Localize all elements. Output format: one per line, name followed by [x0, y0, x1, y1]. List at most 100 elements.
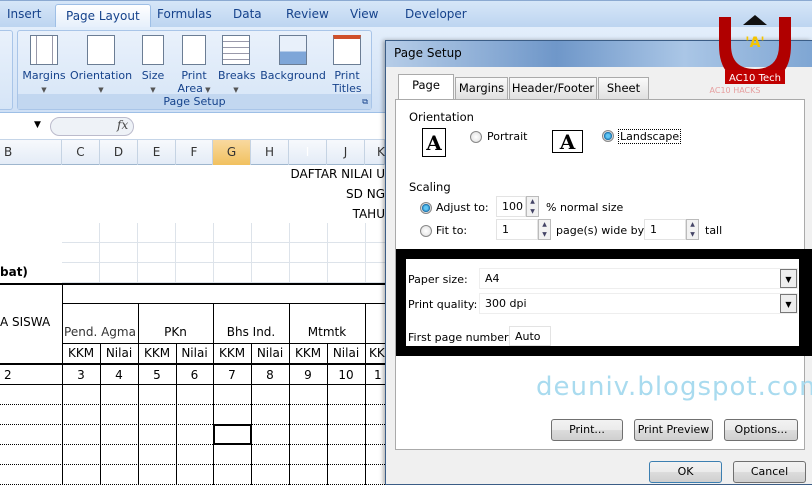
orientation-label: Orientation: [409, 110, 474, 124]
sub-header: KKM: [294, 346, 322, 360]
title-line-3: TAHU: [352, 207, 385, 221]
column-header-h[interactable]: H: [251, 140, 289, 165]
fit-wide-input[interactable]: 1: [496, 219, 538, 240]
print-area-button[interactable]: Print Area ▼: [176, 35, 212, 97]
sub-header: Nilai: [105, 346, 133, 360]
svg-text:AC10 Tech: AC10 Tech: [729, 73, 781, 84]
portrait-radio[interactable]: [470, 131, 482, 143]
name-box-dropdown-icon[interactable]: ▼: [34, 120, 41, 130]
landscape-radio[interactable]: [602, 130, 614, 142]
column-header-c[interactable]: C: [62, 140, 100, 165]
breaks-button[interactable]: Breaks ▼: [218, 35, 255, 97]
fx-icon[interactable]: fx: [117, 118, 128, 132]
print-quality-select[interactable]: 300 dpi ▼: [479, 293, 798, 314]
margins-button[interactable]: Margins ▼: [22, 35, 66, 97]
formula-input[interactable]: [135, 115, 385, 137]
title-line-1: DAFTAR NILAI U: [290, 167, 385, 181]
breaks-icon: [222, 35, 250, 65]
col-number: 8: [266, 368, 274, 382]
sub-header: KKM: [67, 346, 95, 360]
print-preview-button[interactable]: Print Preview: [634, 419, 713, 441]
print-quality-label: Print quality:: [408, 298, 478, 311]
chevron-down-icon[interactable]: ▼: [780, 269, 797, 288]
col-number: 9: [304, 368, 312, 382]
orientation-button[interactable]: Orientation ▼: [70, 35, 132, 97]
column-header-b[interactable]: B: [0, 140, 62, 165]
fit-tall-spinner[interactable]: ▲ ▼: [686, 219, 699, 240]
paper-size-label: Paper size:: [408, 273, 468, 286]
fit-to-radio[interactable]: [420, 225, 432, 237]
print-titles-button[interactable]: Print Titles: [330, 35, 364, 95]
ok-button[interactable]: OK: [649, 461, 722, 483]
col-number: 5: [153, 368, 161, 382]
dialog-tab-page[interactable]: Page: [398, 74, 454, 100]
col-number: 6: [190, 368, 199, 382]
portrait-label[interactable]: Portrait: [487, 130, 527, 143]
fit-to-label[interactable]: Fit to:: [436, 224, 467, 237]
col-number: 2: [4, 368, 12, 382]
column-header-d[interactable]: D: [100, 140, 138, 165]
adjust-to-input[interactable]: 100: [496, 196, 526, 217]
options-button[interactable]: Options...: [724, 419, 798, 441]
column-header-k[interactable]: K: [365, 140, 385, 165]
worksheet[interactable]: DAFTAR NILAI U SD NG TAHU bat) A SISWA P…: [0, 165, 385, 485]
col-number: 7: [228, 368, 236, 382]
chevron-down-icon[interactable]: ▼: [780, 294, 797, 313]
dialog-tab-margins[interactable]: Margins: [455, 77, 508, 99]
col-number: 3: [77, 368, 85, 382]
background-button[interactable]: Background: [260, 35, 326, 82]
pages-wide-label: page(s) wide by: [556, 224, 645, 237]
first-page-input[interactable]: Auto: [509, 326, 551, 346]
active-cell[interactable]: [213, 424, 252, 445]
partial-label: bat): [0, 265, 28, 279]
fit-tall-input[interactable]: 1: [644, 219, 686, 240]
tab-review[interactable]: Review: [286, 7, 329, 21]
dialog-launcher-icon[interactable]: ⧉: [362, 97, 368, 107]
size-button[interactable]: Size ▼: [138, 35, 168, 97]
sub-header: Nilai: [256, 346, 284, 360]
print-button[interactable]: Print...: [551, 419, 623, 441]
sub-header: KK: [369, 346, 385, 360]
paper-size-select[interactable]: A4 ▼: [479, 268, 798, 289]
sub-header: Nilai: [332, 346, 360, 360]
column-header-j[interactable]: J: [327, 140, 365, 165]
landscape-page-icon: A: [552, 130, 583, 153]
tab-data[interactable]: Data: [233, 7, 262, 21]
column-header-i[interactable]: I: [289, 140, 327, 165]
dialog-tab-header-footer[interactable]: Header/Footer: [509, 77, 597, 99]
normal-size-label: % normal size: [546, 201, 624, 214]
dialog-title: Page Setup: [394, 46, 462, 60]
watermark: deuniv.blogspot.com: [536, 372, 812, 402]
svg-text:'A': 'A': [745, 35, 764, 51]
portrait-page-icon: A: [422, 128, 446, 157]
cancel-button[interactable]: Cancel: [733, 461, 806, 483]
fit-wide-spinner[interactable]: ▲ ▼: [538, 219, 551, 240]
column-header-g[interactable]: G: [213, 140, 251, 165]
col-number: 10: [338, 368, 354, 382]
first-page-label: First page number:: [408, 331, 513, 344]
col-number: 1: [374, 368, 382, 382]
subject-header: Bhs Ind.: [226, 325, 276, 339]
printer-icon: [182, 35, 206, 65]
sub-header: KKM: [143, 346, 171, 360]
subject-header: Pend. Agma: [64, 325, 136, 339]
landscape-label[interactable]: Landscape: [618, 129, 682, 144]
col-number: 4: [115, 368, 123, 382]
column-header-f[interactable]: F: [176, 140, 213, 165]
ribbon-group-page-setup: Margins ▼ Orientation ▼ Size ▼ Print Area ▼ …: [17, 30, 372, 110]
dialog-tab-sheet[interactable]: Sheet: [598, 77, 649, 99]
name-header: A SISWA: [0, 315, 51, 329]
adjust-to-label[interactable]: Adjust to:: [436, 201, 489, 214]
ribbon-group-themes: [0, 30, 13, 110]
tab-view[interactable]: View: [350, 7, 378, 21]
adjust-spinner[interactable]: ▲ ▼: [526, 196, 539, 217]
column-header-e[interactable]: E: [138, 140, 176, 165]
tab-formulas[interactable]: Formulas: [157, 7, 212, 21]
orientation-icon: [87, 35, 115, 65]
subject-header: Mtmtk: [307, 325, 347, 339]
background-image-icon: [279, 35, 307, 65]
tall-label: tall: [705, 224, 723, 237]
adjust-to-radio[interactable]: [420, 202, 432, 214]
tab-developer[interactable]: Developer: [405, 7, 467, 21]
tab-insert[interactable]: Insert: [7, 7, 41, 21]
